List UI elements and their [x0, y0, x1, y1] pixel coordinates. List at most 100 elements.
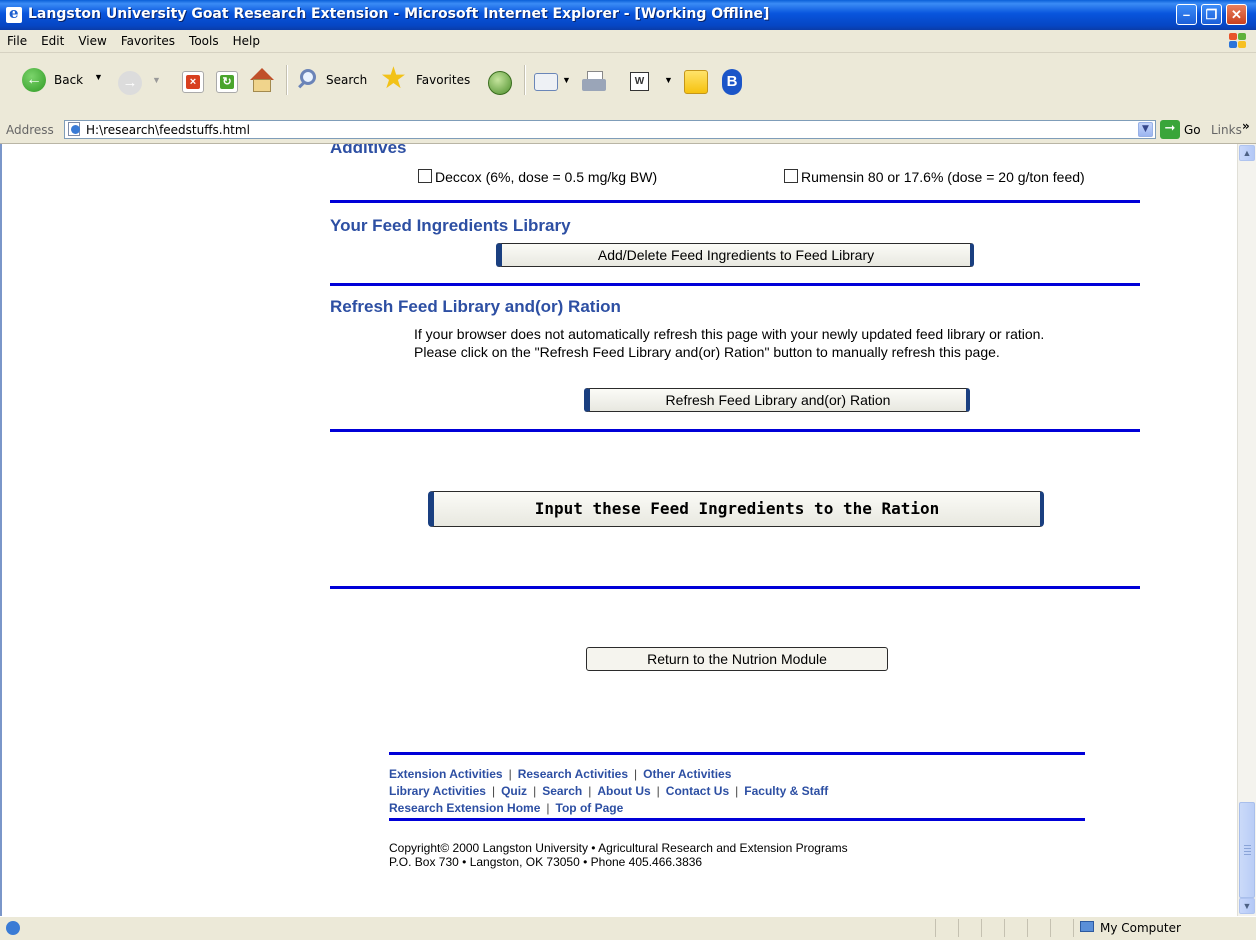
note-icon[interactable]	[684, 70, 708, 94]
menu-help[interactable]: Help	[226, 30, 267, 48]
windows-logo-icon	[1228, 32, 1248, 50]
rumensin-checkbox[interactable]	[784, 169, 798, 183]
address-dropdown-icon[interactable]: ▼	[1138, 122, 1153, 137]
footer-divider	[389, 752, 1085, 755]
footer-link-search[interactable]: Search	[542, 784, 582, 798]
bluetooth-icon[interactable]: B	[722, 69, 742, 95]
menu-edit[interactable]: Edit	[34, 30, 71, 48]
menu-view[interactable]: View	[71, 30, 113, 48]
scroll-thumb[interactable]	[1239, 802, 1255, 898]
status-cell	[1004, 919, 1027, 937]
footer-link-library[interactable]: Library Activities	[389, 784, 486, 798]
return-nutrition-button[interactable]: Return to the Nutrion Module	[586, 647, 888, 671]
refresh-text-line-1: If your browser does not automatically r…	[414, 326, 1045, 342]
back-label: Back	[54, 73, 84, 87]
print-icon[interactable]	[582, 71, 606, 93]
footer-link-contact[interactable]: Contact Us	[666, 784, 729, 798]
section-divider	[330, 586, 1140, 589]
copyright-text: Copyright© 2000 Langston University • Ag…	[389, 841, 848, 855]
refresh-text-line-2: Please click on the "Refresh Feed Librar…	[414, 344, 1000, 360]
link-separator: |	[656, 784, 660, 798]
page-viewport: Additives Deccox (6%, dose = 0.5 mg/kg B…	[0, 144, 1237, 916]
add-delete-ingredients-button[interactable]: Add/Delete Feed Ingredients to Feed Libr…	[496, 243, 974, 267]
zone-cell: My Computer	[1073, 919, 1252, 937]
mail-dropdown-icon[interactable]: ▼	[562, 75, 571, 85]
menu-tools[interactable]: Tools	[182, 30, 226, 48]
input-ingredients-button[interactable]: Input these Feed Ingredients to the Rati…	[428, 491, 1044, 527]
menu-bar: File Edit View Favorites Tools Help	[0, 30, 1256, 53]
vertical-scrollbar[interactable]: ▲ ▼	[1237, 144, 1256, 916]
menu-file[interactable]: File	[0, 30, 34, 48]
forward-button[interactable]: →	[118, 71, 142, 95]
refresh-icon[interactable]: ↻	[216, 71, 238, 93]
mail-icon[interactable]	[534, 73, 558, 91]
section-divider	[330, 200, 1140, 203]
additives-heading: Additives	[330, 144, 407, 157]
footer-link-research[interactable]: Research Activities	[518, 767, 628, 781]
status-cell	[1050, 919, 1073, 937]
computer-icon	[1080, 921, 1094, 932]
forward-dropdown-icon[interactable]: ▼	[152, 75, 161, 85]
address-label: Address	[6, 123, 54, 137]
favorites-label: Favorites	[416, 73, 471, 87]
go-arrow-icon: ➞	[1160, 120, 1180, 139]
status-cell	[958, 919, 981, 937]
back-button[interactable]: ← Back ▼	[18, 63, 126, 97]
status-cell	[935, 919, 958, 937]
menu-favorites[interactable]: Favorites	[114, 30, 182, 48]
search-button[interactable]: Search	[296, 63, 374, 97]
footer-link-extension[interactable]: Extension Activities	[389, 767, 503, 781]
refresh-library-button[interactable]: Refresh Feed Library and(or) Ration	[584, 388, 970, 412]
link-separator: |	[588, 784, 592, 798]
contact-address-text: P.O. Box 730 • Langston, OK 73050 • Phon…	[389, 855, 703, 869]
footer-links-row-3: Research Extension Home | Top of Page	[389, 801, 623, 815]
history-icon[interactable]	[488, 71, 512, 95]
footer-link-other[interactable]: Other Activities	[643, 767, 731, 781]
footer-link-top[interactable]: Top of Page	[556, 801, 624, 815]
link-separator: |	[508, 767, 512, 781]
minimize-button[interactable]: –	[1176, 4, 1197, 25]
link-separator: |	[546, 801, 550, 815]
status-cell	[1027, 919, 1050, 937]
refresh-heading: Refresh Feed Library and(or) Ration	[330, 297, 621, 316]
ie-icon	[6, 4, 22, 23]
section-divider	[330, 429, 1140, 432]
footer-link-quiz[interactable]: Quiz	[501, 784, 527, 798]
deccox-checkbox[interactable]	[418, 169, 432, 183]
footer-link-about[interactable]: About Us	[597, 784, 650, 798]
section-divider	[330, 283, 1140, 286]
close-button[interactable]: ✕	[1226, 4, 1247, 25]
page-icon	[68, 122, 82, 136]
favorites-button[interactable]: ★ Favorites	[380, 63, 478, 97]
status-bar: My Computer	[0, 916, 1256, 940]
deccox-option[interactable]: Deccox (6%, dose = 0.5 mg/kg BW)	[418, 169, 657, 185]
edit-dropdown-icon[interactable]: ▼	[664, 75, 673, 85]
link-separator: |	[634, 767, 638, 781]
address-input[interactable]: H:\research\feedstuffs.html ▼	[64, 120, 1156, 139]
link-separator: |	[533, 784, 537, 798]
links-chevron-icon[interactable]: »	[1242, 119, 1250, 133]
go-label: Go	[1184, 123, 1201, 137]
scroll-up-icon[interactable]: ▲	[1239, 145, 1255, 161]
footer-links-row-2: Library Activities | Quiz | Search | About Us |…	[389, 784, 828, 798]
toolbar: ← Back ▼ → ▼ × ↻ Search ★ Favorites ▼ W …	[0, 53, 1256, 118]
window-title: Langston University Goat Research Extens…	[28, 6, 770, 22]
edit-icon[interactable]: W	[630, 72, 649, 91]
zone-label: My Computer	[1100, 921, 1181, 935]
scroll-down-icon[interactable]: ▼	[1239, 898, 1255, 914]
maximize-button[interactable]: ❐	[1201, 4, 1222, 25]
page-status-icon	[6, 921, 20, 935]
back-arrow-icon: ←	[22, 68, 46, 92]
rumensin-option[interactable]: Rumensin 80 or 17.6% (dose = 20 g/ton fe…	[784, 169, 1085, 185]
footer-link-home[interactable]: Research Extension Home	[389, 801, 540, 815]
home-icon[interactable]	[248, 68, 276, 96]
stop-icon[interactable]: ×	[182, 71, 204, 93]
links-label[interactable]: Links	[1211, 123, 1242, 137]
address-bar: Address H:\research\feedstuffs.html ▼ ➞ …	[0, 117, 1256, 144]
footer-links-row-1: Extension Activities | Research Activities…	[389, 767, 731, 781]
deccox-label: Deccox (6%, dose = 0.5 mg/kg BW)	[435, 169, 658, 185]
back-dropdown-icon: ▼	[94, 72, 103, 82]
title-bar: Langston University Goat Research Extens…	[0, 0, 1256, 30]
address-url: H:\research\feedstuffs.html	[86, 123, 250, 137]
footer-link-faculty[interactable]: Faculty & Staff	[744, 784, 828, 798]
